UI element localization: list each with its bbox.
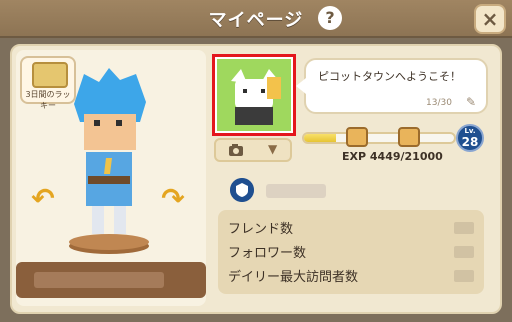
blurred-stat-value [454, 246, 474, 258]
character-avatar [69, 68, 149, 254]
user-id-row [222, 176, 484, 206]
chevron-down-icon: ▼ [268, 142, 278, 156]
shield-icon [230, 178, 254, 202]
edit-icon[interactable]: ✎ [466, 95, 480, 109]
level-label: Lv. [464, 127, 476, 135]
rotate-left-icon[interactable]: ↶ [30, 182, 56, 218]
my-page-dialog: マイページ ? × 3日間のラッキー ↶ ↷ ピコットタウンへようこそ！ 13/… [0, 0, 512, 322]
exp-text: EXP 4449/21000 [342, 150, 443, 163]
stat-row-daily-visitors: デイリー最大訪問者数 [228, 266, 474, 290]
exp-bar [302, 132, 456, 144]
help-icon[interactable]: ? [318, 6, 342, 30]
level-badge: Lv. 28 [456, 124, 484, 152]
message-counter: 13/30 [426, 98, 452, 108]
close-button[interactable]: × [474, 4, 506, 34]
exp-bar-fill [304, 134, 336, 142]
treasure-chest-icon[interactable] [346, 127, 368, 147]
profile-message: ピコットタウンへようこそ！ [318, 70, 461, 83]
stat-row-friends: フレンド数 [228, 218, 474, 242]
blurred-stat-value [454, 222, 474, 234]
camera-dropdown[interactable]: ▼ [214, 138, 292, 162]
blurred-name [34, 272, 164, 288]
stat-label: フォロワー数 [228, 246, 307, 261]
camera-icon [229, 144, 243, 156]
speech-bubble[interactable]: ピコットタウンへようこそ！ 13/30 ✎ [296, 58, 488, 114]
stats-box: フレンド数 フォロワー数 デイリー最大訪問者数 [218, 210, 484, 294]
stat-label: デイリー最大訪問者数 [228, 270, 359, 285]
blurred-user-id [266, 184, 326, 198]
stat-row-followers: フォロワー数 [228, 242, 474, 266]
name-bar [16, 262, 206, 298]
cat-portrait-icon [217, 59, 291, 131]
page-title: マイページ [208, 10, 304, 31]
treasure-chest-icon[interactable] [398, 127, 420, 147]
level-value: 28 [461, 135, 479, 149]
stat-label: フレンド数 [228, 222, 294, 237]
blurred-stat-value [454, 270, 474, 282]
title-bar: マイページ ? × [0, 0, 512, 38]
portrait-frame[interactable] [212, 54, 296, 136]
